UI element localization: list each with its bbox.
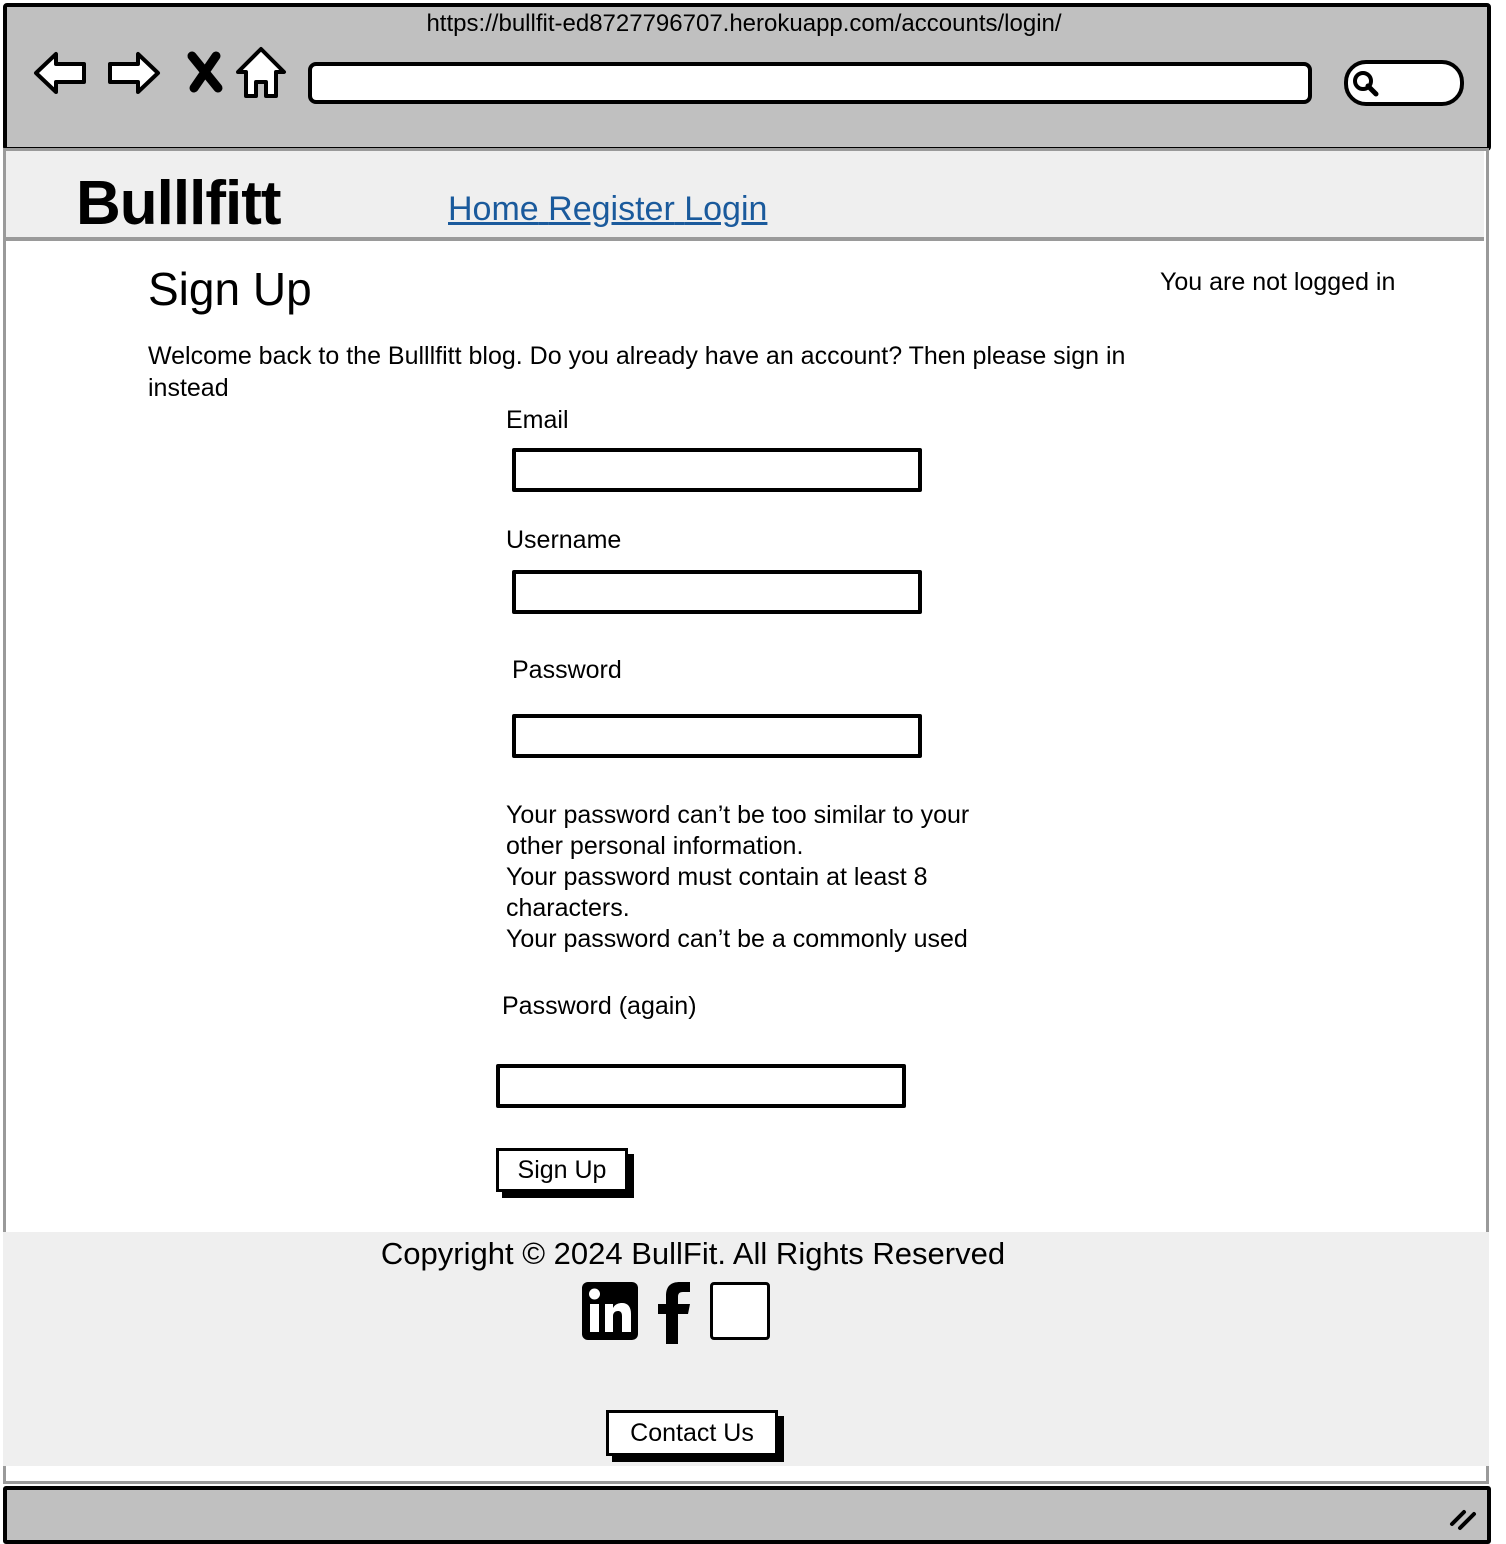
address-bar[interactable] — [308, 62, 1312, 104]
username-field[interactable] — [512, 570, 922, 614]
contact-us-button[interactable]: Contact Us — [606, 1410, 778, 1456]
email-label: Email — [506, 406, 569, 434]
password-help-text: Your password can’t be too similar to yo… — [506, 800, 1026, 955]
nav-link-register[interactable]: Register — [548, 190, 675, 228]
linkedin-icon[interactable] — [582, 1282, 638, 1340]
page-title: Sign Up — [148, 263, 312, 315]
password-help-line: Your password can’t be a commonly used — [506, 925, 968, 953]
sign-up-button[interactable]: Sign Up — [496, 1148, 628, 1192]
password-label: Password — [512, 656, 622, 684]
main-nav: Home Register Login — [448, 190, 767, 229]
password-help-line: Your password can’t be too similar to yo… — [506, 801, 970, 860]
facebook-icon[interactable] — [654, 1280, 696, 1344]
home-icon[interactable] — [232, 44, 290, 102]
password-field[interactable] — [512, 714, 922, 758]
nav-link-login[interactable]: Login — [684, 190, 767, 228]
search-icon[interactable] — [1350, 68, 1380, 98]
welcome-text: Welcome back to the Bulllfitt blog. Do y… — [148, 342, 1126, 402]
brand-logo[interactable]: Bulllfitt — [76, 168, 281, 239]
password-again-field[interactable] — [496, 1064, 906, 1108]
username-label: Username — [506, 526, 622, 554]
login-status: You are not logged in — [1160, 268, 1396, 296]
resize-grip-icon[interactable] — [1448, 1506, 1478, 1532]
copyright-text: Copyright © 2024 BullFit. All Rights Res… — [380, 1236, 1006, 1271]
browser-status-bar — [3, 1486, 1491, 1544]
forward-arrow-icon[interactable] — [104, 44, 162, 102]
url-text: https://bullfit-ed8727796707.herokuapp.c… — [426, 10, 1062, 37]
close-x-icon[interactable] — [180, 44, 238, 102]
password-again-label: Password (again) — [502, 992, 697, 1020]
email-field[interactable] — [512, 448, 922, 492]
back-arrow-icon[interactable] — [32, 44, 90, 102]
nav-link-home[interactable]: Home — [448, 190, 539, 228]
instagram-icon[interactable] — [710, 1282, 770, 1340]
password-help-line: Your password must contain at least 8 ch… — [506, 863, 928, 922]
